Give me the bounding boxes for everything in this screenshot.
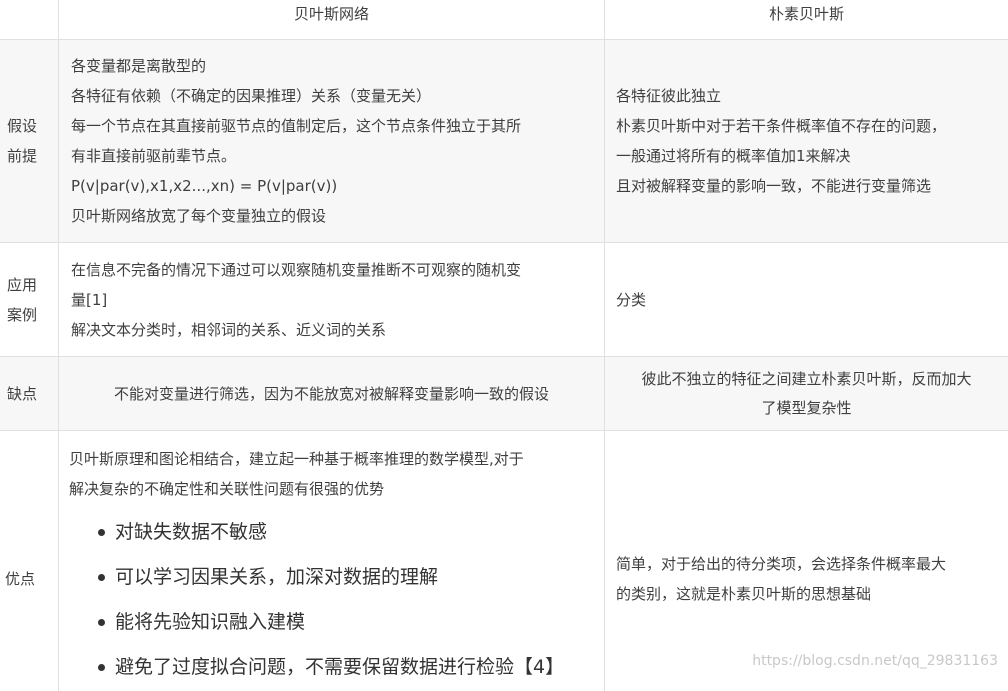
table-row-disadvantages: 缺点 不能对变量进行筛选，因为不能放宽对被解释变量影响一致的假设 彼此不独立的特… <box>0 357 1008 431</box>
row-label-advantages: 优点 <box>0 431 59 691</box>
list-item: 可以学习因果关系，加深对数据的理解 <box>69 555 604 600</box>
list-item-text: 避免了过度拟合问题，不需要保留数据进行检验【4】 <box>115 656 565 678</box>
advantages-bullet-list: 对缺失数据不敏感 可以学习因果关系，加深对数据的理解 能将先验知识融入建模 避免… <box>69 510 604 690</box>
list-item-text: 可以学习因果关系，加深对数据的理解 <box>115 566 439 588</box>
bullet-dot-icon <box>98 574 105 581</box>
text-line: 解决复杂的不确定性和关联性问题有很强的优势 <box>69 480 385 498</box>
list-item: 对缺失数据不敏感 <box>69 510 604 555</box>
text-line: 不能对变量进行筛选，因为不能放宽对被解释变量影响一致的假设 <box>113 384 549 403</box>
bayes-net-assumptions-cell: 各变量都是离散型的 各特征有依赖（不确定的因果推理）关系（变量无关） 每一个节点… <box>59 40 605 242</box>
text-line: 在信息不完备的情况下通过可以观察随机变量推断不可观察的随机变 <box>71 260 522 279</box>
table-header-row: 贝叶斯网络 朴素贝叶斯 <box>0 0 1008 40</box>
text-line: 朴素贝叶斯中对于若干条件概率值不存在的问题， <box>616 117 947 135</box>
text-line: 各特征有依赖（不确定的因果推理）关系（变量无关） <box>71 87 432 105</box>
formula-line: P(v|par(v),x1,x2...,xn) = P(v|par(v)) <box>71 177 338 195</box>
row-label-disadvantages: 缺点 <box>0 357 59 430</box>
header-bayesian-network: 贝叶斯网络 <box>59 0 605 39</box>
row-label-line: 应用 <box>7 275 38 294</box>
text-line: 解决文本分类时，相邻词的关系、近义词的关系 <box>71 320 387 339</box>
list-item-text: 对缺失数据不敏感 <box>115 521 268 543</box>
text-line: 贝叶斯网络放宽了每个变量独立的假设 <box>71 207 327 225</box>
row-label-line: 假设 <box>7 117 38 135</box>
text-line: 彼此不独立的特征之间建立朴素贝叶斯，反而加大 <box>641 369 972 388</box>
row-label-assumptions: 假设 前提 <box>0 40 59 242</box>
row-label-line: 前提 <box>7 147 38 165</box>
table-row-assumptions: 假设 前提 各变量都是离散型的 各特征有依赖（不确定的因果推理）关系（变量无关）… <box>0 40 1008 243</box>
naive-bayes-applications-cell: 分类 <box>605 243 1008 356</box>
row-label-line: 优点 <box>5 570 36 588</box>
text-line: 分类 <box>616 290 647 309</box>
bullet-dot-icon <box>98 664 105 671</box>
bullet-dot-icon <box>98 619 105 626</box>
naive-bayes-assumptions-cell: 各特征彼此独立 朴素贝叶斯中对于若干条件概率值不存在的问题， 一般通过将所有的概… <box>605 40 1008 242</box>
table-row-applications: 应用 案例 在信息不完备的情况下通过可以观察随机变量推断不可观察的随机变 量[1… <box>0 243 1008 357</box>
list-item: 能将先验知识融入建模 <box>69 600 604 645</box>
table-row-advantages: 优点 贝叶斯原理和图论相结合，建立起一种基于概率推理的数学模型,对于 解决复杂的… <box>0 431 1008 691</box>
text-line: 有非直接前驱前辈节点。 <box>71 147 237 165</box>
text-line: 各变量都是离散型的 <box>71 57 207 75</box>
row-label-line: 案例 <box>7 305 38 324</box>
list-item-text: 能将先验知识融入建模 <box>115 611 306 633</box>
text-line: 每一个节点在其直接前驱节点的值制定后，这个节点条件独立于其所 <box>71 117 522 135</box>
naive-bayes-disadvantages-cell: 彼此不独立的特征之间建立朴素贝叶斯，反而加大 了模型复杂性 <box>605 357 1008 430</box>
bayes-net-applications-cell: 在信息不完备的情况下通过可以观察随机变量推断不可观察的随机变 量[1] 解决文本… <box>59 243 605 356</box>
text-line: 且对被解释变量的影响一致，不能进行变量筛选 <box>616 177 932 195</box>
text-line: 一般通过将所有的概率值加1来解决 <box>616 147 851 165</box>
text-line: 简单，对于给出的待分类项，会选择条件概率最大 <box>616 555 947 573</box>
bayes-net-disadvantages-cell: 不能对变量进行筛选，因为不能放宽对被解释变量影响一致的假设 <box>59 357 605 430</box>
naive-bayes-advantages-cell: 简单，对于给出的待分类项，会选择条件概率最大 的类别，这就是朴素贝叶斯的思想基础 <box>605 431 1008 691</box>
bayes-net-advantages-cell: 贝叶斯原理和图论相结合，建立起一种基于概率推理的数学模型,对于 解决复杂的不确定… <box>59 431 605 691</box>
list-item: 避免了过度拟合问题，不需要保留数据进行检验【4】 <box>69 645 604 690</box>
header-naive-bayes: 朴素贝叶斯 <box>768 5 844 23</box>
bullet-dot-icon <box>98 529 105 536</box>
text-line: 的类别，这就是朴素贝叶斯的思想基础 <box>616 585 872 603</box>
text-line: 贝叶斯原理和图论相结合，建立起一种基于概率推理的数学模型,对于 <box>69 450 524 468</box>
header-cell-empty <box>0 0 59 39</box>
text-line: 各特征彼此独立 <box>616 87 722 105</box>
watermark: https://blog.csdn.net/qq_29831163 <box>752 653 998 669</box>
row-label-applications: 应用 案例 <box>0 243 59 356</box>
text-line: 了模型复杂性 <box>761 398 852 417</box>
row-label-line: 缺点 <box>7 384 38 403</box>
text-line: 量[1] <box>71 290 108 309</box>
